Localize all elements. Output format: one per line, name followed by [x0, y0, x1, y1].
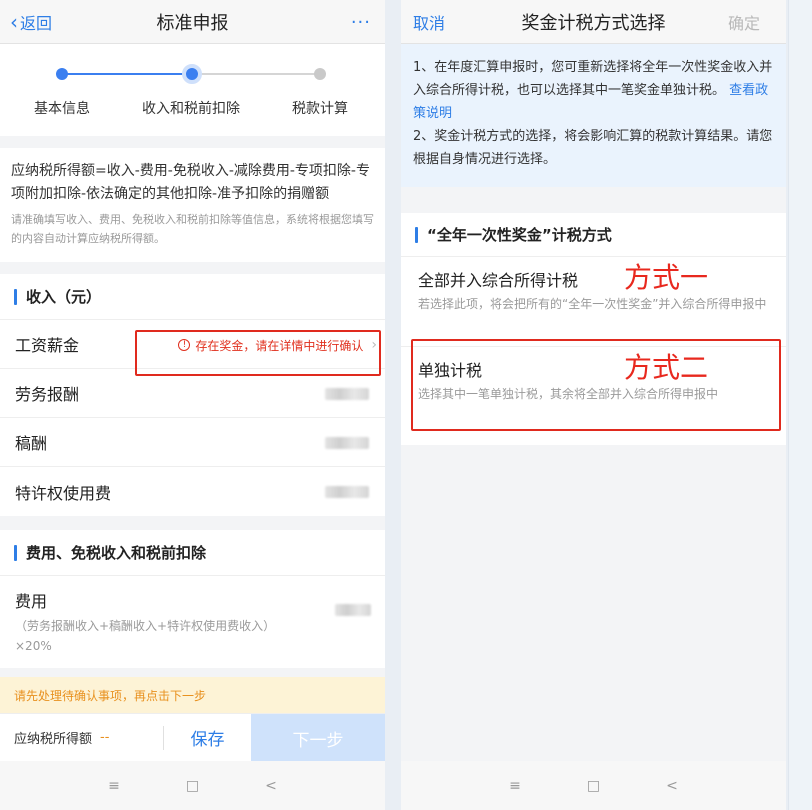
deduction-section: 费用、免税收入和税前扣除 费用 （劳务报酬收入+稿酬收入+特许权使用费收入）×2… — [0, 530, 385, 668]
fee-formula: （劳务报酬收入+稿酬收入+特许权使用费收入）×20% — [15, 619, 276, 653]
page-title: 标准申报 — [156, 12, 229, 34]
confirm-button[interactable]: 确定 — [728, 0, 760, 44]
taxable-income: 应纳税所得额 -- — [0, 725, 164, 750]
step-label-2: 收入和税前扣除 — [142, 101, 240, 117]
left-screen: ‹ 返回 标准申报 ··· 基本信息 收入和税前扣除 税款计算 应纳税所得额=收… — [0, 0, 385, 810]
more-button[interactable]: ··· — [351, 0, 371, 44]
nav-bar: 取消 奖金计税方式选择 确定 — [401, 0, 786, 44]
right-screen: 取消 奖金计税方式选择 确定 1、在年度汇算申报时，您可重新选择将全年一次性奖金… — [401, 0, 786, 810]
step-dot-2 — [182, 64, 202, 84]
taxable-label: 应纳税所得额 — [14, 732, 93, 747]
back-label: 返回 — [20, 14, 53, 33]
save-button[interactable]: 保存 — [164, 725, 251, 750]
annotation-box — [135, 330, 381, 376]
cancel-button[interactable]: 取消 — [413, 0, 445, 44]
income-section: 收入（元） 工资薪金 ! 存在奖金，请在详情中进行确认 › 劳务报酬 稿酬 特许… — [0, 274, 385, 516]
menu-icon[interactable]: ≡ — [509, 778, 521, 794]
step-dot-3 — [314, 68, 326, 80]
deduction-title: 费用、免税收入和税前扣除 — [26, 544, 207, 562]
annotation-label: 方式一 — [624, 261, 709, 294]
menu-icon[interactable]: ≡ — [108, 778, 120, 794]
income-row-royalty[interactable]: 稿酬 — [0, 418, 385, 467]
blurred-value — [325, 486, 369, 498]
step-label-3: 税款计算 — [292, 101, 348, 117]
step-dot-1 — [56, 68, 68, 80]
system-nav-bar: ≡ □ < — [401, 761, 786, 810]
option-desc: 若选择此项，将会把所有的“全年一次性奖金”并入综合所得申报中 — [418, 297, 767, 311]
option-merge[interactable]: 全部并入综合所得计税 若选择此项，将会把所有的“全年一次性奖金”并入综合所得申报… — [401, 257, 786, 347]
pending-notice: 请先处理待确认事项，再点击下一步 — [0, 677, 385, 713]
progress-stepper: 基本信息 收入和税前扣除 税款计算 — [0, 44, 385, 136]
back-icon[interactable]: < — [666, 778, 678, 794]
section-bar — [14, 544, 17, 561]
home-icon[interactable]: □ — [186, 778, 199, 794]
deduction-header: 费用、免税收入和税前扣除 — [0, 530, 385, 576]
blurred-value — [325, 388, 369, 400]
back-button[interactable]: ‹ 返回 — [10, 0, 52, 44]
formula-card: 应纳税所得额=收入-费用-免税收入-减除费用-专项扣除-专项附加扣除-依法确定的… — [0, 148, 385, 262]
system-nav-bar: ≡ □ < — [0, 761, 385, 810]
info-line-1: 1、在年度汇算申报时，您可重新选择将全年一次性奖金收入并入综合所得计税，也可以选… — [413, 60, 773, 98]
back-icon[interactable]: < — [265, 778, 277, 794]
info-line-2: 2、奖金计税方式的选择，将会影响汇算的税款计算结果。请您根据自身情况进行选择。 — [413, 129, 773, 167]
blurred-value — [335, 604, 371, 616]
taxable-value: -- — [100, 730, 110, 745]
blurred-value — [325, 437, 369, 449]
step-line-todo — [192, 73, 320, 75]
section-bar — [415, 226, 418, 243]
section-bar — [14, 288, 17, 305]
income-header: 收入（元） — [0, 274, 385, 320]
income-row-labor[interactable]: 劳务报酬 — [0, 369, 385, 418]
section-title: “全年一次性奖金”计税方式 — [427, 226, 612, 244]
tax-method-header: “全年一次性奖金”计税方式 — [401, 213, 786, 257]
next-step-button[interactable]: 下一步 — [251, 714, 385, 762]
formula-hint: 请准确填写收入、费用、免税收入和税前扣除等值信息，系统将根据您填写的内容自动计算… — [11, 213, 374, 245]
fee-row[interactable]: 费用 （劳务报酬收入+稿酬收入+特许权使用费收入）×20% — [0, 576, 385, 668]
info-panel: 1、在年度汇算申报时，您可重新选择将全年一次性奖金收入并入综合所得计税，也可以选… — [401, 44, 786, 187]
income-row-franchise[interactable]: 特许权使用费 — [0, 467, 385, 516]
income-title: 收入（元） — [26, 288, 102, 306]
formula-text: 应纳税所得额=收入-费用-免税收入-减除费用-专项扣除-专项附加扣除-依法确定的… — [11, 163, 370, 202]
home-icon[interactable]: □ — [587, 778, 600, 794]
chevron-left-icon: ‹ — [10, 10, 18, 34]
fee-title: 费用 — [15, 592, 48, 611]
nav-bar: ‹ 返回 标准申报 ··· — [0, 0, 385, 44]
bottom-bar: 应纳税所得额 -- 保存 下一步 — [0, 713, 385, 762]
step-line-done — [64, 73, 192, 75]
scroll-edge — [788, 0, 812, 810]
option-title: 全部并入综合所得计税 — [418, 271, 579, 290]
step-label-1: 基本信息 — [34, 101, 90, 117]
annotation-box — [411, 339, 781, 431]
